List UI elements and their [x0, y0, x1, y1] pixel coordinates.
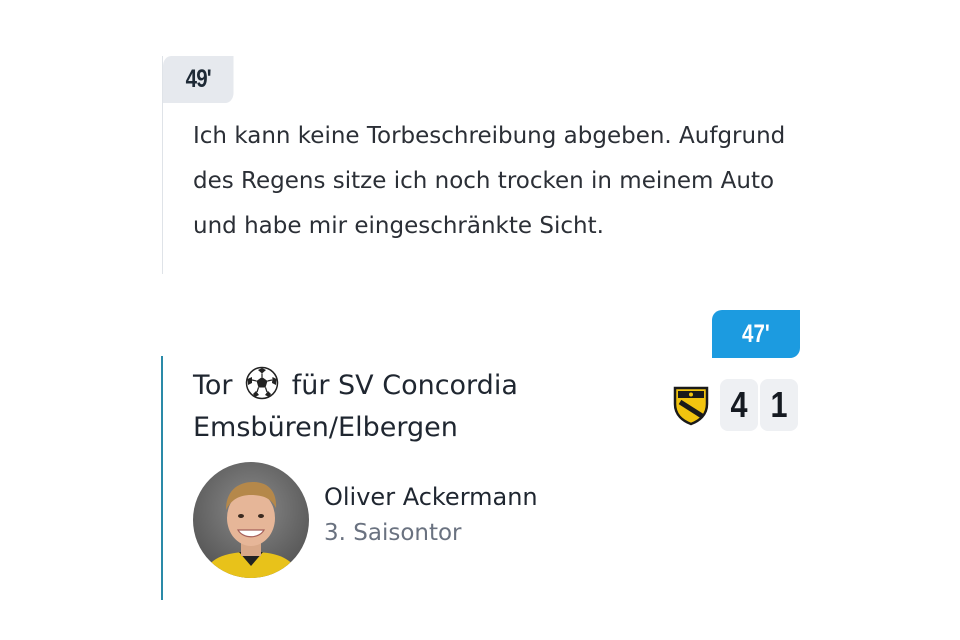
player-photo: [193, 462, 309, 578]
soccer-ball-icon: [245, 366, 279, 400]
goal-title: Tor für SV Concordia Emsbüren/Elbergen: [193, 365, 633, 449]
goal-scorer[interactable]: Oliver Ackermann 3. Saisontor: [193, 462, 538, 578]
goal-title-prefix: Tor: [193, 370, 233, 401]
goal-title-team: für SV Concordia Emsbüren/Elbergen: [193, 370, 518, 443]
player-avatar[interactable]: [193, 462, 309, 578]
minute-label: 49': [185, 65, 212, 93]
commentary-text: Ich kann keine Torbeschreibung abgeben. …: [193, 123, 786, 239]
ticker-entry-commentary: 49' Ich kann keine Torbeschreibung abgeb…: [162, 56, 823, 274]
minute-label: 47': [742, 319, 770, 348]
player-season-goals: 3. Saisontor: [324, 520, 462, 546]
ticker-entry-goal: Tor für SV Concordia Emsbüren/Elbergen O…: [161, 356, 823, 600]
minute-badge-goal: 47': [712, 310, 800, 358]
player-name[interactable]: Oliver Ackermann: [324, 479, 538, 515]
minute-badge: 49': [163, 56, 234, 103]
player-info: Oliver Ackermann 3. Saisontor: [324, 479, 538, 551]
